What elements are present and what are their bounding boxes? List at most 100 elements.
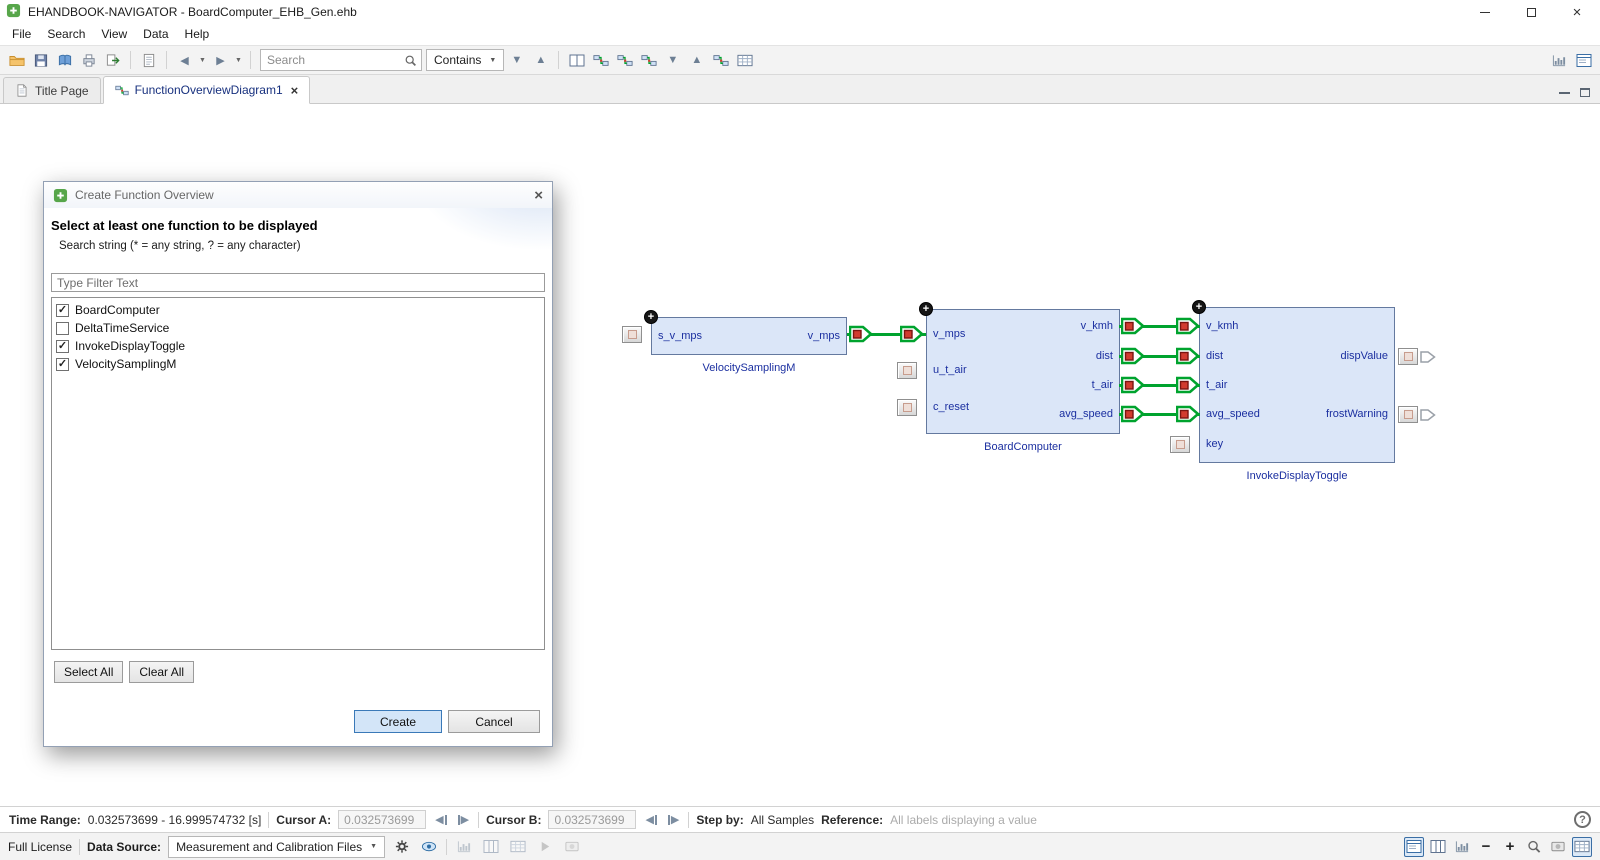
show-sources-icon[interactable] [589,48,612,72]
data-source-dropdown[interactable]: Measurement and Calibration Files ▼ [168,835,386,858]
settings-gear-icon[interactable] [392,837,412,857]
unconnected-input-port[interactable] [1170,436,1190,453]
expand-block-button[interactable]: + [919,302,933,316]
output-port-marker[interactable] [1121,376,1145,394]
nav-forward-caret-icon[interactable]: ▼ [233,48,244,72]
function-checkbox[interactable]: ✓ [56,303,69,317]
clear-all-button[interactable]: Clear All [129,661,195,683]
function-block-velocitysamplingm[interactable]: s_v_mps v_mps [651,317,847,355]
fit-to-view-icon[interactable] [1548,837,1568,857]
export-icon[interactable] [101,48,124,72]
input-port-marker[interactable] [1176,317,1200,335]
cursor-b-step-forward-button[interactable]: ▶ [666,813,681,826]
input-port-marker[interactable] [1176,405,1200,423]
function-checkbox[interactable]: ✓ [56,357,69,371]
oscilloscope-icon[interactable] [454,837,474,857]
output-view-icon[interactable] [1404,836,1424,857]
play-button[interactable] [535,837,555,857]
unconnected-output-port[interactable] [1398,406,1418,423]
function-list-item[interactable]: ✓ BoardComputer [52,301,544,319]
filter-input[interactable] [51,273,545,292]
move-down-icon[interactable]: ▼ [661,48,684,72]
function-list[interactable]: ✓ BoardComputer ✓ DeltaTimeService ✓ Inv… [51,297,545,650]
trend-chart-icon[interactable] [1452,837,1472,857]
show-targets-icon[interactable] [613,48,636,72]
expand-block-button[interactable]: + [644,310,658,324]
function-block-boardcomputer[interactable]: v_mps u_t_air c_reset v_kmh dist t_air a… [926,309,1120,434]
open-handbook-icon[interactable] [53,48,76,72]
output-port-marker[interactable] [849,325,873,343]
cursor-a-input[interactable] [338,810,427,829]
menu-view[interactable]: View [93,25,135,44]
nav-back-button[interactable]: ◀ [173,48,196,72]
move-up-icon[interactable]: ▲ [685,48,708,72]
function-list-item[interactable]: ✓ DeltaTimeService [52,319,544,337]
output-port-marker[interactable] [1121,347,1145,365]
input-port-marker[interactable] [900,325,924,343]
window-maximize-button[interactable] [1508,0,1554,24]
report-document-icon[interactable] [137,48,160,72]
nav-back-caret-icon[interactable]: ▼ [197,48,208,72]
grid-view-icon[interactable] [1572,836,1592,857]
split-editor-icon[interactable] [565,48,588,72]
zoom-level-icon[interactable] [1524,837,1544,857]
signal-table-icon[interactable] [733,48,756,72]
diagram-canvas[interactable]: s_v_mps v_mps + VelocitySamplingM v_mps … [0,104,1600,806]
output-port-marker[interactable] [1121,405,1145,423]
input-port-marker[interactable] [1176,376,1200,394]
nav-forward-button[interactable]: ▶ [209,48,232,72]
menu-help[interactable]: Help [177,25,218,44]
unconnected-output-port[interactable] [1398,348,1418,365]
unconnected-input-port[interactable] [622,326,642,343]
cursor-a-step-back-button[interactable]: ◀ [433,813,448,826]
tab-title-page[interactable]: Title Page [3,77,101,103]
minimize-view-icon[interactable] [1559,91,1570,94]
value-table-icon[interactable] [508,837,528,857]
input-port-marker[interactable] [1176,347,1200,365]
cursor-b-step-back-button[interactable]: ◀ [643,813,658,826]
zoom-out-button[interactable]: − [1476,837,1496,857]
tab-close-icon[interactable]: × [291,84,299,97]
unconnected-input-port[interactable] [897,399,917,416]
print-icon[interactable] [77,48,100,72]
tab-function-overview-diagram[interactable]: FunctionOverviewDiagram1 × [102,76,311,104]
column-layout-icon[interactable] [1428,837,1448,857]
remove-from-overview-icon[interactable] [709,48,732,72]
function-block-invokedisplaytoggle[interactable]: v_kmh dist t_air avg_speed key dispValue… [1199,307,1395,463]
menu-data[interactable]: Data [135,25,176,44]
select-all-button[interactable]: Select All [54,661,124,683]
add-to-overview-icon[interactable] [637,48,660,72]
cursor-b-input[interactable] [548,810,637,829]
window-minimize-button[interactable] [1462,0,1508,24]
open-file-icon[interactable] [5,48,28,72]
measure-view-icon[interactable] [1547,48,1570,72]
expand-block-button[interactable]: + [1192,300,1206,314]
function-list-item[interactable]: ✓ InvokeDisplayToggle [52,337,544,355]
save-icon[interactable] [29,48,52,72]
maximize-view-icon[interactable] [1580,88,1590,97]
find-next-icon[interactable]: ▼ [505,48,528,72]
dialog-close-icon[interactable]: × [534,188,543,203]
cancel-button[interactable]: Cancel [448,710,540,733]
unconnected-input-port[interactable] [897,362,917,379]
time-range-value: 0.032573699 - 16.999574732 [s] [87,812,262,827]
dialog-titlebar[interactable]: Create Function Overview × [44,182,552,208]
function-list-item[interactable]: ✓ VelocitySamplingM [52,355,544,373]
zoom-in-button[interactable]: + [1500,837,1520,857]
contains-dropdown[interactable]: Contains ▼ [426,49,505,71]
window-close-button[interactable]: × [1554,0,1600,24]
menu-file[interactable]: File [4,25,39,44]
search-input[interactable] [267,53,404,67]
menu-search[interactable]: Search [39,25,93,44]
find-previous-icon[interactable]: ▲ [529,48,552,72]
function-checkbox[interactable]: ✓ [56,321,69,335]
help-button[interactable]: ? [1574,811,1591,828]
function-checkbox[interactable]: ✓ [56,339,69,353]
cursor-a-step-forward-button[interactable]: ▶ [456,813,471,826]
screenshot-icon[interactable] [562,837,582,857]
perspective-layout-icon[interactable] [1572,48,1595,72]
output-port-marker[interactable] [1121,317,1145,335]
create-button[interactable]: Create [354,710,442,733]
xy-plot-icon[interactable] [481,837,501,857]
inspect-eye-icon[interactable] [419,837,439,857]
